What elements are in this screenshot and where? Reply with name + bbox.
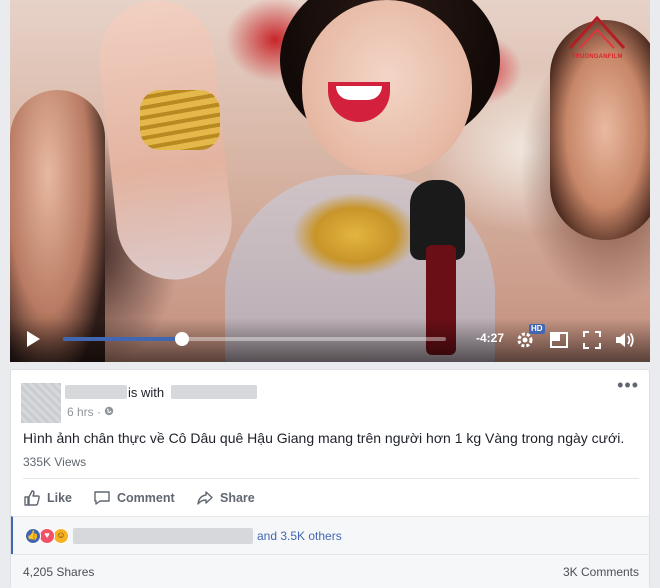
watermark-emblem-icon <box>568 15 626 50</box>
comment-count[interactable]: 3K Comments <box>563 565 639 579</box>
play-icon[interactable] <box>26 331 42 349</box>
video-player[interactable]: TRUONGANFILM -4:27 HD <box>10 0 650 362</box>
hd-badge: HD <box>529 324 545 334</box>
view-count: 335K Views <box>23 455 87 469</box>
like-button[interactable]: Like <box>23 488 72 508</box>
post-text: Hình ảnh chân thực về Cô Dâu quê Hậu Gia… <box>23 430 625 446</box>
reactions-others-link[interactable]: and 3.5K others <box>257 529 342 543</box>
post-card: is with 6 hrs · ••• Hình ảnh chân thực v… <box>10 369 650 588</box>
post-meta: 6 hrs · <box>67 405 101 419</box>
love-reaction-icon: ♥ <box>39 528 55 544</box>
thumbs-up-icon <box>24 490 40 506</box>
avatar[interactable] <box>21 383 61 423</box>
comment-button[interactable]: Comment <box>93 488 175 508</box>
comment-bubble-icon <box>94 491 110 505</box>
share-count[interactable]: 4,205 Shares <box>23 565 94 579</box>
author-name-redacted[interactable] <box>65 385 127 399</box>
watermark-logo: TRUONGANFILM <box>562 14 632 60</box>
comment-label: Comment <box>117 491 175 505</box>
progress-bar[interactable] <box>63 332 446 346</box>
like-label: Like <box>47 491 73 505</box>
meta-separator: · <box>97 405 102 419</box>
engagement-footer: 4,205 Shares 3K Comments <box>11 554 649 588</box>
haha-reaction-icon: ☺ <box>53 528 69 544</box>
tagged-name-redacted[interactable] <box>171 385 257 399</box>
share-label: Share <box>220 491 255 505</box>
volume-icon[interactable] <box>614 330 634 350</box>
globe-icon[interactable] <box>104 406 114 416</box>
share-arrow-icon <box>197 491 213 505</box>
reactions-summary[interactable]: 👍 ♥ ☺ and 3.5K others <box>11 516 649 554</box>
reactors-names-redacted[interactable] <box>73 528 253 544</box>
progress-handle[interactable] <box>174 332 189 346</box>
gold-bracelets-image <box>140 90 220 150</box>
watermark-text: TRUONGANFILM <box>571 54 623 60</box>
fullscreen-icon[interactable] <box>582 330 602 350</box>
time-remaining: -4:27 <box>476 331 505 345</box>
video-controls: -4:27 HD <box>10 318 650 362</box>
pip-icon[interactable] <box>549 330 569 350</box>
post-options-button[interactable]: ••• <box>617 376 639 394</box>
progress-fill <box>63 337 182 341</box>
share-button[interactable]: Share <box>196 488 255 508</box>
is-with-label: is with <box>128 385 165 400</box>
divider <box>23 478 639 479</box>
like-reaction-icon: 👍 <box>25 528 41 544</box>
post-timestamp[interactable]: 6 hrs <box>67 405 94 419</box>
